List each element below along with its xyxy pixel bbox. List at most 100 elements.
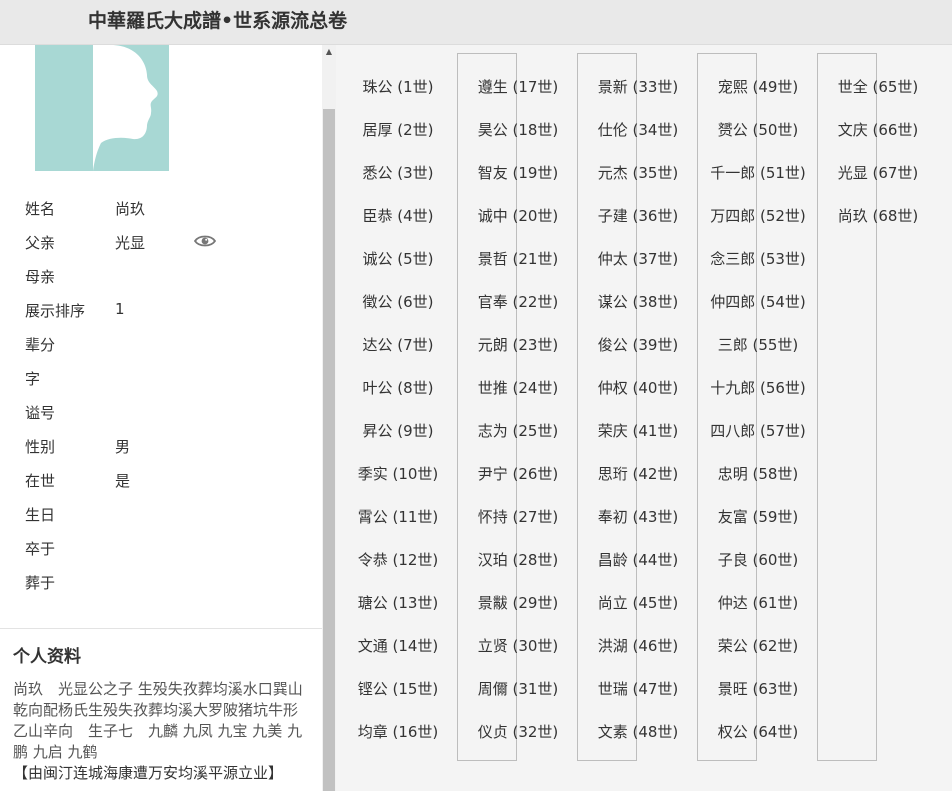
generation-item[interactable]: 珠公 (1世) (348, 76, 448, 97)
scroll-up-arrow-icon[interactable]: ▲ (322, 45, 336, 59)
generation-item[interactable]: 子建 (36世) (588, 205, 688, 226)
generation-item[interactable]: 达公 (7世) (348, 334, 448, 355)
bio-source: 【由闽汀连城海康遭万安均溪平源立业】 (13, 764, 284, 782)
scroll-thumb[interactable] (323, 109, 335, 791)
generation-item[interactable]: 仲达 (61世) (708, 592, 808, 613)
generation-item[interactable]: 奉初 (43世) (588, 506, 688, 527)
generation-item[interactable]: 徵公 (6世) (348, 291, 448, 312)
info-value: 光显 (115, 234, 146, 252)
generation-item[interactable]: 遵生 (17世) (468, 76, 568, 97)
info-row: 在世 是 (25, 469, 305, 503)
generation-item[interactable]: 居厚 (2世) (348, 119, 448, 140)
generation-item[interactable]: 智友 (19世) (468, 162, 568, 183)
info-label: 卒于 (25, 540, 56, 558)
generation-item[interactable]: 万四郎 (52世) (708, 205, 808, 226)
generation-item[interactable]: 景旺 (63世) (708, 678, 808, 699)
generation-item[interactable]: 昌龄 (44世) (588, 549, 688, 570)
generation-item[interactable]: 铿公 (15世) (348, 678, 448, 699)
generation-item[interactable]: 季实 (10世) (348, 463, 448, 484)
generation-item[interactable]: 臣恭 (4世) (348, 205, 448, 226)
generation-item[interactable]: 子良 (60世) (708, 549, 808, 570)
generation-item[interactable]: 周儞 (31世) (468, 678, 568, 699)
generation-item[interactable]: 悉公 (3世) (348, 162, 448, 183)
generation-item[interactable]: 尹宁 (26世) (468, 463, 568, 484)
generation-item[interactable]: 诚中 (20世) (468, 205, 568, 226)
info-row: 字 (25, 367, 305, 401)
generation-item[interactable]: 景哲 (21世) (468, 248, 568, 269)
generation-item[interactable]: 十九郎 (56世) (708, 377, 808, 398)
generation-item[interactable]: 思珩 (42世) (588, 463, 688, 484)
info-row: 性别 男 (25, 435, 305, 469)
generation-item[interactable]: 怀持 (27世) (468, 506, 568, 527)
generation-item[interactable]: 元朗 (23世) (468, 334, 568, 355)
generation-item[interactable]: 世瑞 (47世) (588, 678, 688, 699)
generation-item[interactable]: 仪贞 (32世) (468, 721, 568, 742)
generation-item[interactable]: 立贤 (30世) (468, 635, 568, 656)
left-panel-scrollbar[interactable]: ▲ (322, 45, 336, 791)
generation-item[interactable]: 洪湖 (46世) (588, 635, 688, 656)
generation-item[interactable]: 仲太 (37世) (588, 248, 688, 269)
generation-item[interactable]: 世全 (65世) (828, 76, 928, 97)
person-detail-panel: 姓名 尚玖父亲 光显母亲展示排序 1 辈分字谥号性别 男在世 是生日卒于葬于 个人资料 尚玖… (0, 45, 322, 791)
generation-item[interactable]: 诚公 (5世) (348, 248, 448, 269)
info-row: 卒于 (25, 537, 305, 571)
generation-item[interactable]: 世推 (24世) (468, 377, 568, 398)
eye-icon[interactable] (194, 233, 216, 249)
generation-item[interactable]: 三郎 (55世) (708, 334, 808, 355)
generation-item[interactable]: 念三郎 (53世) (708, 248, 808, 269)
generation-item[interactable]: 景新 (33世) (588, 76, 688, 97)
generation-item[interactable]: 令恭 (12世) (348, 549, 448, 570)
generation-item[interactable]: 四八郎 (57世) (708, 420, 808, 441)
generation-item[interactable]: 千一郎 (51世) (708, 162, 808, 183)
info-label: 母亲 (25, 268, 56, 286)
info-row: 姓名 尚玖 (25, 197, 305, 231)
generation-item[interactable]: 文素 (48世) (588, 721, 688, 742)
generation-item[interactable]: 景黻 (29世) (468, 592, 568, 613)
generation-item[interactable]: 荣庆 (41世) (588, 420, 688, 441)
generation-item[interactable]: 仲权 (40世) (588, 377, 688, 398)
generation-item[interactable]: 均章 (16世) (348, 721, 448, 742)
generation-item[interactable]: 赟公 (50世) (708, 119, 808, 140)
generation-item[interactable]: 昇公 (9世) (348, 420, 448, 441)
info-label: 辈分 (25, 336, 56, 354)
info-row: 展示排序 1 (25, 299, 305, 333)
generation-item[interactable]: 官奉 (22世) (468, 291, 568, 312)
generation-item[interactable]: 瑭公 (13世) (348, 592, 448, 613)
info-label: 父亲 (25, 234, 56, 252)
generation-item[interactable]: 元杰 (35世) (588, 162, 688, 183)
person-silhouette-icon (35, 45, 169, 171)
generation-item[interactable]: 友富 (59世) (708, 506, 808, 527)
avatar (35, 45, 169, 171)
info-row: 生日 (25, 503, 305, 537)
generation-item[interactable]: 俊公 (39世) (588, 334, 688, 355)
info-label: 谥号 (25, 404, 56, 422)
generation-item[interactable]: 宠熙 (49世) (708, 76, 808, 97)
info-row: 葬于 (25, 571, 305, 605)
generation-item[interactable]: 权公 (64世) (708, 721, 808, 742)
info-value: 1 (115, 300, 125, 318)
generation-item[interactable]: 霄公 (11世) (348, 506, 448, 527)
generation-item[interactable]: 叶公 (8世) (348, 377, 448, 398)
info-label: 在世 (25, 472, 56, 490)
generation-item[interactable]: 光显 (67世) (828, 162, 928, 183)
info-label: 性别 (25, 438, 56, 456)
generation-item[interactable]: 汉珀 (28世) (468, 549, 568, 570)
generation-item[interactable]: 仲四郎 (54世) (708, 291, 808, 312)
info-row: 辈分 (25, 333, 305, 367)
info-row: 谥号 (25, 401, 305, 435)
generation-item[interactable]: 昊公 (18世) (468, 119, 568, 140)
info-label: 姓名 (25, 200, 56, 218)
generation-item[interactable]: 忠明 (58世) (708, 463, 808, 484)
generation-item[interactable]: 文通 (14世) (348, 635, 448, 656)
generation-item[interactable]: 谋公 (38世) (588, 291, 688, 312)
generation-item[interactable]: 荣公 (62世) (708, 635, 808, 656)
profile-section-title: 个人资料 (13, 647, 81, 667)
generation-item[interactable]: 尚立 (45世) (588, 592, 688, 613)
generation-item[interactable]: 志为 (25世) (468, 420, 568, 441)
profile-bio: 尚玖 光显公之子 生殁失孜葬均溪水口巽山乾向配杨氏生殁失孜葬均溪大罗陂猪坑牛形乙… (13, 679, 308, 784)
generation-item[interactable]: 仕伦 (34世) (588, 119, 688, 140)
info-value: 尚玖 (115, 200, 146, 218)
info-row: 母亲 (25, 265, 305, 299)
generation-item[interactable]: 尚玖 (68世) (828, 205, 928, 226)
generation-item[interactable]: 文庆 (66世) (828, 119, 928, 140)
